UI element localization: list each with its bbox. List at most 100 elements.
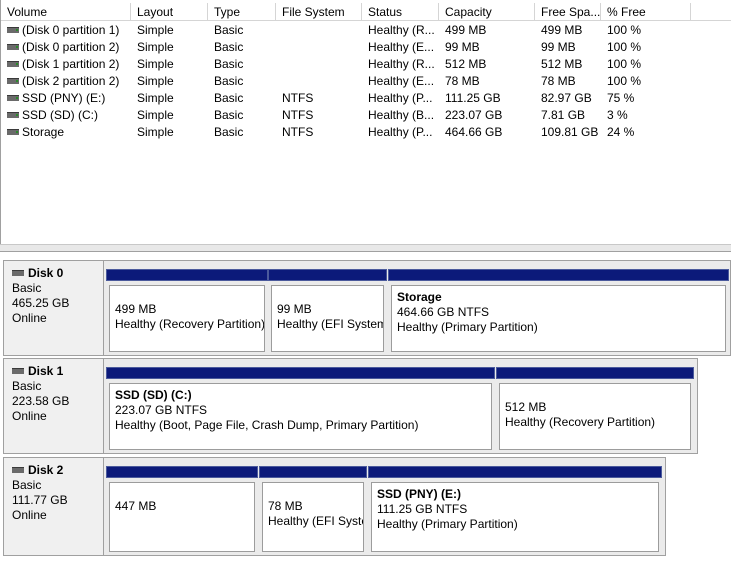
disk-0-info[interactable]: Disk 0 Basic 465.25 GB Online — [3, 260, 104, 356]
volume-icon — [7, 128, 19, 135]
column-header-free-space[interactable]: Free Spa... — [535, 3, 601, 21]
disk-1-info[interactable]: Disk 1 Basic 223.58 GB Online — [3, 358, 104, 454]
partition-bar — [496, 367, 694, 379]
disk-name: Disk 2 — [28, 463, 64, 477]
column-header-layout[interactable]: Layout — [131, 3, 208, 21]
disk-icon — [12, 269, 24, 276]
column-header-percent-free[interactable]: % Free — [601, 3, 691, 21]
volume-status-cell: Healthy (B... — [368, 108, 435, 122]
volume-status-cell: Healthy (E... — [368, 40, 435, 54]
volume-layout-cell: Simple — [137, 125, 174, 139]
volume-row[interactable]: SSD (PNY) (E:) Simple Basic NTFS Healthy (P.… — [1, 90, 731, 107]
partition-status: Healthy (EFI System Partition) — [268, 514, 363, 528]
volume-layout-cell: Simple — [137, 40, 174, 54]
volume-name-cell: (Disk 2 partition 2) — [7, 73, 119, 90]
disk-icon — [12, 367, 24, 374]
partition-storage[interactable]: Storage 464.66 GB NTFS Healthy (Primary … — [388, 269, 729, 355]
volume-name-cell: Storage — [7, 124, 64, 141]
volume-fs-cell: NTFS — [282, 125, 314, 139]
volume-capacity-cell: 512 MB — [445, 57, 487, 71]
column-header-capacity[interactable]: Capacity — [439, 3, 535, 21]
volume-capacity-cell: 78 MB — [445, 74, 480, 88]
partition-status: Healthy (Primary Partition) — [397, 320, 538, 334]
volume-name-cell: SSD (PNY) (E:) — [7, 90, 105, 107]
partition-body: SSD (SD) (C:) 223.07 GB NTFS Healthy (Bo… — [109, 383, 492, 450]
partition-body: 78 MB Healthy (EFI System Partition) — [262, 482, 364, 552]
volume-row[interactable]: SSD (SD) (C:) Simple Basic NTFS Healthy (B..… — [1, 107, 731, 124]
volume-fs-cell: NTFS — [282, 91, 314, 105]
partition-body: Storage 464.66 GB NTFS Healthy (Primary … — [391, 285, 726, 352]
disk-size: 465.25 GB — [12, 296, 70, 310]
volume-name-cell: SSD (SD) (C:) — [7, 107, 98, 124]
volume-list[interactable]: Volume Layout Type File System Status Ca… — [0, 0, 731, 244]
volume-free-cell: 99 MB — [541, 40, 576, 54]
column-header-status[interactable]: Status — [362, 3, 439, 21]
partition-status: Healthy (Primary Partition) — [377, 517, 518, 531]
volume-row[interactable]: (Disk 0 partition 1) Simple Basic Healthy (… — [1, 22, 731, 39]
disk-1-partitions: SSD (SD) (C:) 223.07 GB NTFS Healthy (Bo… — [104, 358, 698, 454]
volume-free-cell: 512 MB — [541, 57, 583, 71]
disk-state: Online — [12, 508, 47, 522]
volume-pct-cell: 75 % — [607, 91, 635, 105]
volume-name-cell: (Disk 0 partition 2) — [7, 39, 119, 56]
partition-name: SSD (SD) (C:) — [115, 388, 192, 402]
volume-row[interactable]: (Disk 2 partition 2) Simple Basic Healthy (… — [1, 73, 731, 90]
disk-type: Basic — [12, 379, 42, 393]
volume-status-cell: Healthy (P... — [368, 91, 433, 105]
volume-capacity-cell: 464.66 GB — [445, 125, 503, 139]
column-header-type[interactable]: Type — [208, 3, 276, 21]
disk-size: 223.58 GB — [12, 394, 70, 408]
volume-type-cell: Basic — [214, 125, 244, 139]
partition-disk0-1[interactable]: 499 MB Healthy (Recovery Partition) — [106, 269, 268, 355]
partition-ssd-sd-c[interactable]: SSD (SD) (C:) 223.07 GB NTFS Healthy (Bo… — [106, 367, 495, 453]
volume-pct-cell: 100 % — [607, 57, 642, 71]
partition-size: 223.07 GB NTFS — [115, 403, 208, 417]
partition-status: Healthy (Recovery Partition) — [115, 317, 265, 331]
partition-body: 512 MB Healthy (Recovery Partition) — [499, 383, 691, 450]
volume-type-cell: Basic — [214, 108, 244, 122]
partition-size: 464.66 GB NTFS — [397, 305, 490, 319]
disk-name: Disk 0 — [28, 266, 64, 280]
horizontal-scrollbar[interactable] — [0, 244, 731, 252]
volume-layout-cell: Simple — [137, 91, 174, 105]
partition-disk2-1[interactable]: 447 MB — [106, 466, 258, 555]
volume-layout-cell: Simple — [137, 74, 174, 88]
partition-ssd-pny-e[interactable]: SSD (PNY) (E:) 111.25 GB NTFS Healthy (P… — [368, 466, 662, 555]
partition-bar — [106, 269, 268, 281]
partition-disk1-2[interactable]: 512 MB Healthy (Recovery Partition) — [496, 367, 694, 453]
volume-free-cell: 499 MB — [541, 23, 583, 37]
partition-body: 99 MB Healthy (EFI System Partition) — [271, 285, 384, 352]
volume-free-cell: 78 MB — [541, 74, 576, 88]
volume-row[interactable]: Storage Simple Basic NTFS Healthy (P... 464.6… — [1, 124, 731, 141]
volume-name: SSD (SD) (C:) — [22, 108, 98, 122]
disk-graphical-view: Disk 0 Basic 465.25 GB Online 499 MB Hea… — [0, 252, 731, 577]
partition-bar — [368, 466, 662, 478]
volume-icon — [7, 77, 19, 84]
volume-layout-cell: Simple — [137, 57, 174, 71]
column-header-volume[interactable]: Volume — [1, 3, 131, 21]
volume-row[interactable]: (Disk 1 partition 2) Simple Basic Healthy (… — [1, 56, 731, 73]
partition-size: 499 MB — [115, 302, 157, 316]
volume-status-cell: Healthy (R... — [368, 57, 435, 71]
disk-2-info[interactable]: Disk 2 Basic 111.77 GB Online — [3, 457, 104, 556]
partition-bar — [388, 269, 729, 281]
partition-body: 447 MB — [109, 482, 255, 552]
volume-pct-cell: 3 % — [607, 108, 628, 122]
partition-body: SSD (PNY) (E:) 111.25 GB NTFS Healthy (P… — [371, 482, 659, 552]
disk-type: Basic — [12, 478, 42, 492]
disk-state: Online — [12, 409, 47, 423]
column-header-file-system[interactable]: File System — [276, 3, 362, 21]
partition-disk2-2[interactable]: 78 MB Healthy (EFI System Partition) — [259, 466, 367, 555]
volume-name: (Disk 1 partition 2) — [22, 57, 120, 71]
volume-name-cell: (Disk 1 partition 2) — [7, 56, 119, 73]
volume-pct-cell: 100 % — [607, 23, 642, 37]
volume-row[interactable]: (Disk 0 partition 2) Simple Basic Healthy (… — [1, 39, 731, 56]
volume-free-cell: 109.81 GB — [541, 125, 599, 139]
partition-size: 111.25 GB NTFS — [377, 502, 468, 516]
volume-pct-cell: 24 % — [607, 125, 635, 139]
disk-2-partitions: 447 MB 78 MB Healthy (EFI System Partiti… — [104, 457, 666, 556]
partition-disk0-2[interactable]: 99 MB Healthy (EFI System Partition) — [268, 269, 387, 355]
partition-bar — [106, 367, 495, 379]
partition-name: Storage — [397, 290, 442, 304]
column-header-filler — [691, 3, 731, 21]
